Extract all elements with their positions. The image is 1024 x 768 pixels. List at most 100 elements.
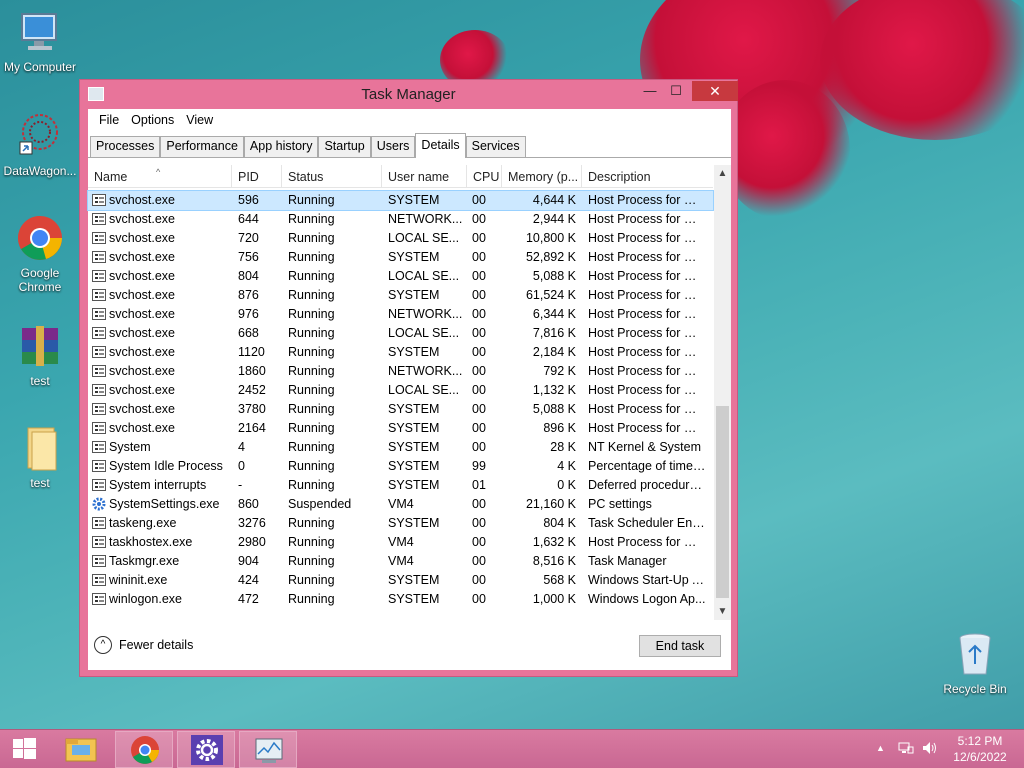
cell-user: SYSTEM (388, 478, 440, 492)
table-row[interactable]: Taskmgr.exe 904 Running VM4 00 8,516 K Task Ma… (88, 552, 713, 571)
table-row[interactable]: System Idle Process 0 Running SYSTEM 99 4 K Pe… (88, 457, 713, 476)
table-row[interactable]: System interrupts - Running SYSTEM 01 0 K Defe… (88, 476, 713, 495)
gear-icon (191, 735, 223, 765)
tab-performance[interactable]: Performance (160, 136, 244, 157)
cell-name-wrap: Taskmgr.exe (92, 552, 234, 571)
column-header-name[interactable]: ^ Name (88, 165, 232, 188)
menu-view[interactable]: View (180, 113, 219, 127)
minimize-button[interactable]: — (637, 81, 663, 101)
cell-name-wrap: svchost.exe (92, 362, 234, 381)
column-header-user-name[interactable]: User name (382, 165, 467, 188)
cell-status: Running (288, 421, 335, 435)
cell-desc: Host Process for Wi... (588, 364, 706, 378)
table-row[interactable]: wininit.exe 424 Running SYSTEM 00 568 K Window… (88, 571, 713, 590)
desktop-icon-recycle-bin[interactable]: Recycle Bin (935, 630, 1015, 696)
cell-pid: 804 (238, 269, 259, 283)
cell-pid: 2452 (238, 383, 266, 397)
cell-pid: 668 (238, 326, 259, 340)
cell-desc: Host Process for Wi... (588, 288, 706, 302)
tab-details[interactable]: Details (415, 133, 466, 158)
tab-app-history[interactable]: App history (243, 136, 319, 157)
desktop-icon-my-computer[interactable]: My Computer (0, 8, 80, 74)
folder-icon (16, 424, 64, 472)
clock-time: 5:12 PM (957, 734, 1003, 748)
column-header-status[interactable]: Status (282, 165, 382, 188)
column-header-description[interactable]: Description (582, 165, 713, 188)
fewer-details-button[interactable]: ^ Fewer details (94, 636, 193, 654)
table-row[interactable]: System 4 Running SYSTEM 00 28 K NT Kernel & Sy… (88, 438, 713, 457)
table-row[interactable]: winlogon.exe 472 Running SYSTEM 00 1,000 K Win… (88, 590, 713, 609)
taskbar-file-explorer[interactable] (52, 731, 110, 768)
network-icon[interactable] (898, 741, 914, 758)
table-row[interactable]: SystemSettings.exe 860 Suspended VM4 00 21,16… (88, 495, 713, 514)
cell-name: svchost.exe (109, 250, 176, 264)
tab-processes[interactable]: Processes (90, 136, 161, 157)
cell-name: svchost.exe (109, 326, 176, 340)
taskbar-task-manager[interactable] (239, 731, 297, 768)
table-row[interactable]: svchost.exe 804 Running LOCAL SE... 00 5,088 … (88, 267, 713, 286)
vertical-scrollbar[interactable]: ▲ ▼ (714, 165, 731, 620)
table-row[interactable]: svchost.exe 876 Running SYSTEM 00 61,524 K Hos… (88, 286, 713, 305)
cell-desc: Host Process for Wi... (588, 402, 706, 416)
volume-icon[interactable] (922, 741, 938, 758)
column-header-cpu[interactable]: CPU (467, 165, 502, 188)
cell-name-wrap: svchost.exe (92, 229, 234, 248)
table-row[interactable]: svchost.exe 2452 Running LOCAL SE... 00 1,132… (88, 381, 713, 400)
menu-file[interactable]: File (93, 113, 125, 127)
close-button[interactable]: ✕ (692, 81, 738, 101)
process-icon (92, 555, 106, 567)
title-bar[interactable]: Task Manager — ☐ ✕ (80, 80, 738, 108)
table-row[interactable]: svchost.exe 668 Running LOCAL SE... 00 7,816 … (88, 324, 713, 343)
show-hidden-icons[interactable]: ▲ (876, 743, 885, 753)
table-row[interactable]: svchost.exe 2164 Running SYSTEM 00 896 K Host … (88, 419, 713, 438)
table-row[interactable]: svchost.exe 596 Running SYSTEM 00 4,644 K Host… (87, 190, 714, 211)
maximize-button[interactable]: ☐ (663, 81, 689, 101)
desktop-icon-test-archive[interactable]: test (0, 322, 80, 388)
table-row[interactable]: svchost.exe 976 Running NETWORK... 00 6,344 K… (88, 305, 713, 324)
details-table: ^ Name PID Status User name CPU Memory (… (87, 165, 731, 620)
table-row[interactable]: svchost.exe 3780 Running SYSTEM 00 5,088 K Hos… (88, 400, 713, 419)
scroll-up-icon[interactable]: ▲ (714, 165, 731, 182)
table-row[interactable]: taskeng.exe 3276 Running SYSTEM 00 804 K Task … (88, 514, 713, 533)
tab-services[interactable]: Services (465, 136, 526, 157)
table-row[interactable]: taskhostex.exe 2980 Running VM4 00 1,632 K Hos… (88, 533, 713, 552)
end-task-button[interactable]: End task (639, 635, 721, 657)
cell-name: svchost.exe (109, 193, 176, 207)
desktop-icon-datawagon[interactable]: DataWagon... (0, 112, 80, 178)
scrollbar-thumb[interactable] (716, 406, 729, 598)
table-row[interactable]: svchost.exe 1120 Running SYSTEM 00 2,184 K Hos… (88, 343, 713, 362)
clock-date: 12/6/2022 (953, 750, 1007, 764)
tab-startup[interactable]: Startup (318, 136, 371, 157)
scroll-down-icon[interactable]: ▼ (714, 603, 731, 620)
cell-name: System (109, 440, 151, 454)
desktop-icon-chrome[interactable]: Google Chrome (0, 214, 80, 294)
cell-desc: Host Process for Wi... (588, 193, 706, 207)
cell-status: Running (288, 592, 335, 606)
taskbar-chrome[interactable] (115, 731, 173, 768)
file-explorer-icon (65, 738, 97, 762)
cell-pid: 3780 (238, 402, 266, 416)
menu-options[interactable]: Options (125, 113, 180, 127)
tab-users[interactable]: Users (370, 136, 416, 157)
system-clock[interactable]: 5:12 PM 12/6/2022 (944, 734, 1016, 764)
taskbar-settings[interactable] (177, 731, 235, 768)
cell-desc: Host Process for Wi... (588, 269, 706, 283)
column-header-memory[interactable]: Memory (p... (502, 165, 582, 188)
cell-name: Taskmgr.exe (109, 554, 180, 568)
table-row[interactable]: svchost.exe 756 Running SYSTEM 00 52,892 K Hos… (88, 248, 713, 267)
cell-mem: 792 K (543, 364, 576, 378)
start-button[interactable] (0, 731, 48, 768)
column-header-pid[interactable]: PID (232, 165, 282, 188)
cell-desc: Deferred procedure ... (588, 478, 706, 492)
table-row[interactable]: svchost.exe 644 Running NETWORK... 00 2,944 K… (88, 210, 713, 229)
table-row[interactable]: svchost.exe 1860 Running NETWORK... 00 792 K H… (88, 362, 713, 381)
cell-mem: 5,088 K (532, 402, 576, 416)
process-icon (92, 308, 106, 320)
cell-status: Running (288, 440, 335, 454)
cell-user: VM4 (388, 497, 414, 511)
cell-cpu: 00 (472, 535, 486, 549)
desktop-icon-test-folder[interactable]: test (0, 424, 80, 490)
table-row[interactable]: svchost.exe 720 Running LOCAL SE... 00 10,800… (88, 229, 713, 248)
cell-name-wrap: svchost.exe (92, 419, 234, 438)
cell-name-wrap: svchost.exe (92, 267, 234, 286)
